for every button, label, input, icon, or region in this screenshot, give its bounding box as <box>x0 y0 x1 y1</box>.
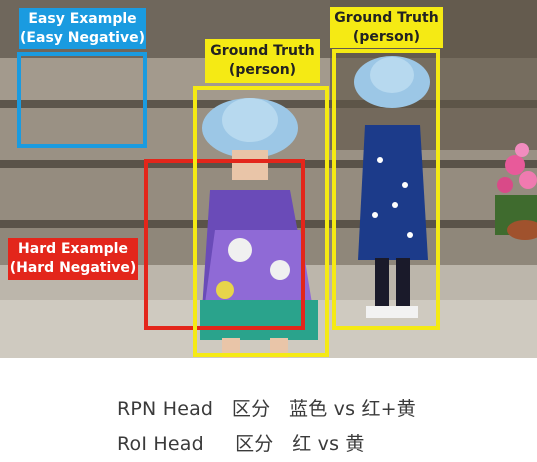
easy-example-label: Easy Example (Easy Negative) <box>19 8 146 49</box>
easy-example-box <box>17 52 147 148</box>
caption: RPN Head 区分 蓝色 vs 红+黄 RoI Head 区分 红 vs 黄 <box>0 358 537 462</box>
ground-truth-label-right: Ground Truth (person) <box>330 7 443 48</box>
ground-truth-box-right <box>332 49 440 330</box>
easy-example-subtitle: (Easy Negative) <box>20 30 145 46</box>
hard-example-title: Hard Example <box>18 241 128 257</box>
ground-truth-box-left <box>193 86 329 357</box>
easy-example-title: Easy Example <box>28 11 137 27</box>
caption-line-rpn: RPN Head 区分 蓝色 vs 红+黄 <box>117 398 416 420</box>
ground-truth-left-title: Ground Truth <box>210 43 315 59</box>
ground-truth-label-left: Ground Truth (person) <box>205 39 320 83</box>
ground-truth-right-subtitle: (person) <box>352 29 421 45</box>
hard-example-label: Hard Example (Hard Negative) <box>8 238 138 280</box>
caption-line-roi: RoI Head 区分 红 vs 黄 <box>117 433 365 455</box>
ground-truth-right-title: Ground Truth <box>334 10 439 26</box>
hard-example-subtitle: (Hard Negative) <box>9 260 137 276</box>
figure: Easy Example (Easy Negative) Hard Exampl… <box>0 0 537 462</box>
ground-truth-left-subtitle: (person) <box>228 62 297 78</box>
